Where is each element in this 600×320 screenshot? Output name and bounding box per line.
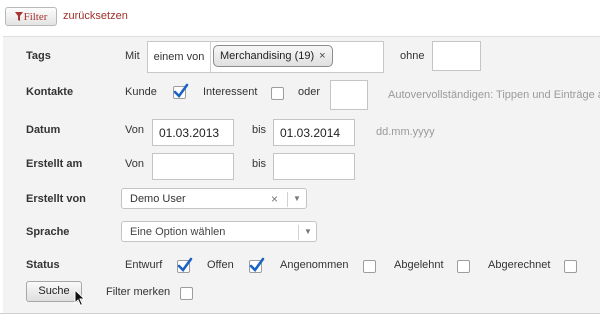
status-abgerechnet-label: Abgerechnet <box>488 259 551 271</box>
sprache-label: Sprache <box>26 226 70 238</box>
chevron-down-icon: ▼ <box>293 194 301 203</box>
erstellt-von-value: Demo User <box>130 193 186 205</box>
datum-bis-input[interactable]: 01.03.2014 <box>273 119 355 146</box>
datum-von-label: Von <box>125 124 144 136</box>
checkmark-icon <box>173 83 189 98</box>
kunde-checkbox[interactable] <box>173 83 189 99</box>
datum-bis-label: bis <box>252 124 267 136</box>
erstellt-am-bis-label: bis <box>252 158 267 170</box>
reset-link[interactable]: zurücksetzen <box>63 10 128 22</box>
erstellt-am-von-input[interactable] <box>152 153 234 180</box>
tags-mode-select[interactable]: einem von <box>148 42 211 72</box>
interessent-checkbox[interactable] <box>271 87 284 100</box>
funnel-icon <box>14 12 23 21</box>
divider <box>0 313 600 314</box>
datum-von-input[interactable]: 01.03.2013 <box>152 119 234 146</box>
erstellt-von-label: Erstellt von <box>26 193 86 205</box>
tags-ohne-input[interactable] <box>432 41 481 71</box>
status-abgelehnt-checkbox[interactable] <box>457 260 470 273</box>
checkmark-icon <box>249 257 265 272</box>
checkmark-icon <box>177 257 193 272</box>
autocomplete-hint: Autovervollständigen: Tippen und Einträg… <box>388 89 600 101</box>
filter-merken-checkbox[interactable] <box>180 287 193 300</box>
status-entwurf-checkbox[interactable] <box>177 257 193 273</box>
status-abgelehnt-label: Abgelehnt <box>394 259 444 271</box>
kontakte-label: Kontakte <box>26 86 74 98</box>
sprache-select[interactable]: Eine Option wählen ▼ <box>121 221 317 242</box>
sprache-placeholder: Eine Option wählen <box>130 226 226 238</box>
kontakte-oder-input[interactable] <box>330 80 368 110</box>
status-abgerechnet-checkbox[interactable] <box>564 260 577 273</box>
erstellt-am-von-label: Von <box>125 158 144 170</box>
date-format-hint: dd.mm.yyyy <box>376 126 435 138</box>
kunde-label: Kunde <box>125 86 157 98</box>
tags-label: Tags <box>26 50 51 62</box>
datum-label: Datum <box>26 124 61 136</box>
status-offen-checkbox[interactable] <box>249 257 265 273</box>
filter-button-label: Filter <box>23 10 48 23</box>
tags-ohne-label: ohne <box>400 50 425 62</box>
erstellt-am-bis-input[interactable] <box>273 153 355 180</box>
tags-mit-label: Mit <box>125 50 140 62</box>
tag-chip-label: Merchandising (19) <box>220 50 315 62</box>
status-entwurf-label: Entwurf <box>125 259 163 271</box>
chevron-down-icon: ▼ <box>304 227 312 236</box>
mouse-pointer-icon <box>74 288 86 310</box>
erstellt-von-select[interactable]: Demo User × ▼ <box>121 188 307 209</box>
filter-merken-label: Filter merken <box>106 286 171 298</box>
oder-label: oder <box>298 86 321 98</box>
status-label: Status <box>26 259 60 271</box>
tag-chip: Merchandising (19) × <box>213 45 333 67</box>
status-angenommen-checkbox[interactable] <box>363 260 376 273</box>
tags-multiselect[interactable]: einem von Merchandising (19) × <box>147 41 384 73</box>
interessent-label: Interessent <box>203 86 258 98</box>
status-offen-label: Offen <box>207 259 234 271</box>
clear-selection-icon[interactable]: × <box>271 189 278 209</box>
erstellt-am-label: Erstellt am <box>26 158 83 170</box>
status-angenommen-label: Angenommen <box>280 259 349 271</box>
filter-button[interactable]: Filter <box>5 7 57 26</box>
tag-remove-icon[interactable]: × <box>319 50 325 62</box>
